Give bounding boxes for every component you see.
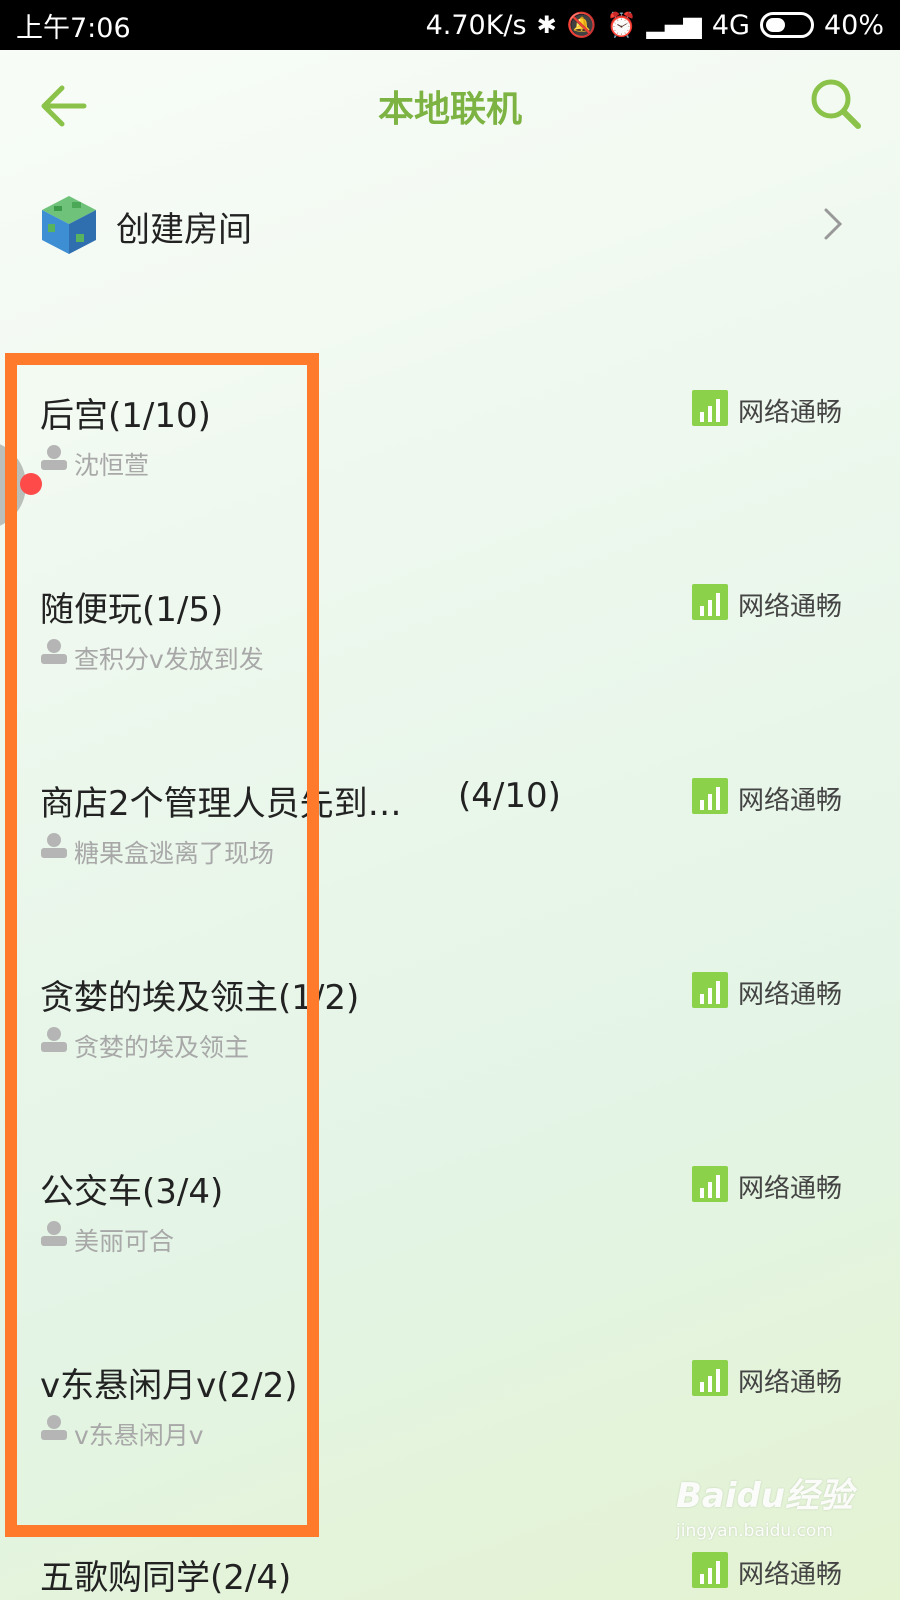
room-name: 贪婪的埃及领主(1/2) (40, 978, 360, 1018)
user-icon (40, 1026, 68, 1052)
room-player-count: (4/10) (458, 776, 561, 816)
room-name: 商店2个管理人员先到… (40, 784, 402, 824)
world-cube-icon (40, 194, 98, 256)
network-status: 网络通畅 (738, 1560, 843, 1590)
status-time: 上午7:06 (16, 12, 131, 44)
signal-bars-icon (692, 972, 728, 1008)
network-status: 网络通畅 (738, 592, 843, 622)
network-status: 网络通畅 (738, 1174, 843, 1204)
host-name: v东悬闲月v (74, 1421, 204, 1450)
network-status: 网络通畅 (738, 1368, 843, 1398)
room-item[interactable]: 贪婪的埃及领主(1/2) 贪婪的埃及领主 网络通畅 (0, 970, 900, 1120)
user-icon (40, 444, 68, 470)
host-name: 贪婪的埃及领主 (74, 1033, 250, 1062)
room-item[interactable]: 后宫(1/10) 沈恒萱 网络通畅 (0, 388, 900, 538)
network-type: 4G (711, 9, 750, 41)
signal-bars-icon (692, 584, 728, 620)
status-icons: 4.70K/s ✱ 🔕 ⏰ ▂▄▆ 4G 40% (426, 10, 884, 41)
network-status: 网络通畅 (738, 980, 843, 1010)
chevron-right-icon (818, 204, 848, 244)
room-name: 后宫(1/10) (40, 396, 211, 436)
user-icon (40, 638, 68, 664)
signal-bars-icon (692, 1360, 728, 1396)
room-item[interactable]: 公交车(3/4) 美丽可合 网络通畅 (0, 1164, 900, 1314)
user-icon (40, 832, 68, 858)
room-item[interactable]: 随便玩(1/5) 查积分v发放到发 网络通畅 (0, 582, 900, 732)
battery-icon (759, 12, 814, 38)
room-name: 公交车(3/4) (40, 1172, 224, 1212)
watermark-brand: Baidu经验 (676, 1476, 854, 1516)
mute-icon: 🔕 (566, 11, 597, 39)
room-name: v东悬闲月v(2/2) (40, 1366, 298, 1406)
bluetooth-icon: ✱ (536, 11, 557, 39)
network-status: 网络通畅 (738, 398, 843, 428)
network-status: 网络通畅 (738, 786, 843, 816)
search-icon[interactable] (808, 76, 864, 132)
signal-bars-icon (692, 390, 728, 426)
notification-dot (20, 473, 42, 495)
net-speed: 4.70K/s (425, 9, 527, 41)
create-room-label: 创建房间 (116, 210, 252, 250)
create-room-row[interactable]: 创建房间 (0, 180, 900, 270)
room-name: 随便玩(1/5) (40, 590, 224, 630)
signal-bars-icon (692, 1166, 728, 1202)
app-header: 本地联机 (0, 50, 900, 160)
room-item[interactable]: 商店2个管理人员先到… (4/10) 糖果盒逃离了现场 网络通畅 (0, 776, 900, 926)
watermark-url: jingyan.baidu.com (676, 1521, 833, 1541)
host-name: 糖果盒逃离了现场 (74, 839, 275, 868)
signal-strength-icon: ▂▄▆ (646, 11, 702, 39)
battery-percent: 40% (823, 9, 884, 41)
user-icon (40, 1220, 68, 1246)
page-title: 本地联机 (377, 89, 522, 130)
signal-bars-icon (692, 778, 728, 814)
user-icon (40, 1414, 68, 1440)
baidu-watermark: Baidu经验 jingyan.baidu.com (676, 1468, 856, 1558)
status-bar: 上午7:06 4.70K/s ✱ 🔕 ⏰ ▂▄▆ 4G 40% (0, 0, 900, 50)
room-name: 五歌购同学(2/4) (40, 1558, 292, 1598)
host-name: 沈恒萱 (74, 451, 150, 480)
host-name: 美丽可合 (74, 1227, 175, 1256)
host-name: 查积分v发放到发 (74, 645, 264, 674)
alarm-icon: ⏰ (606, 11, 637, 39)
